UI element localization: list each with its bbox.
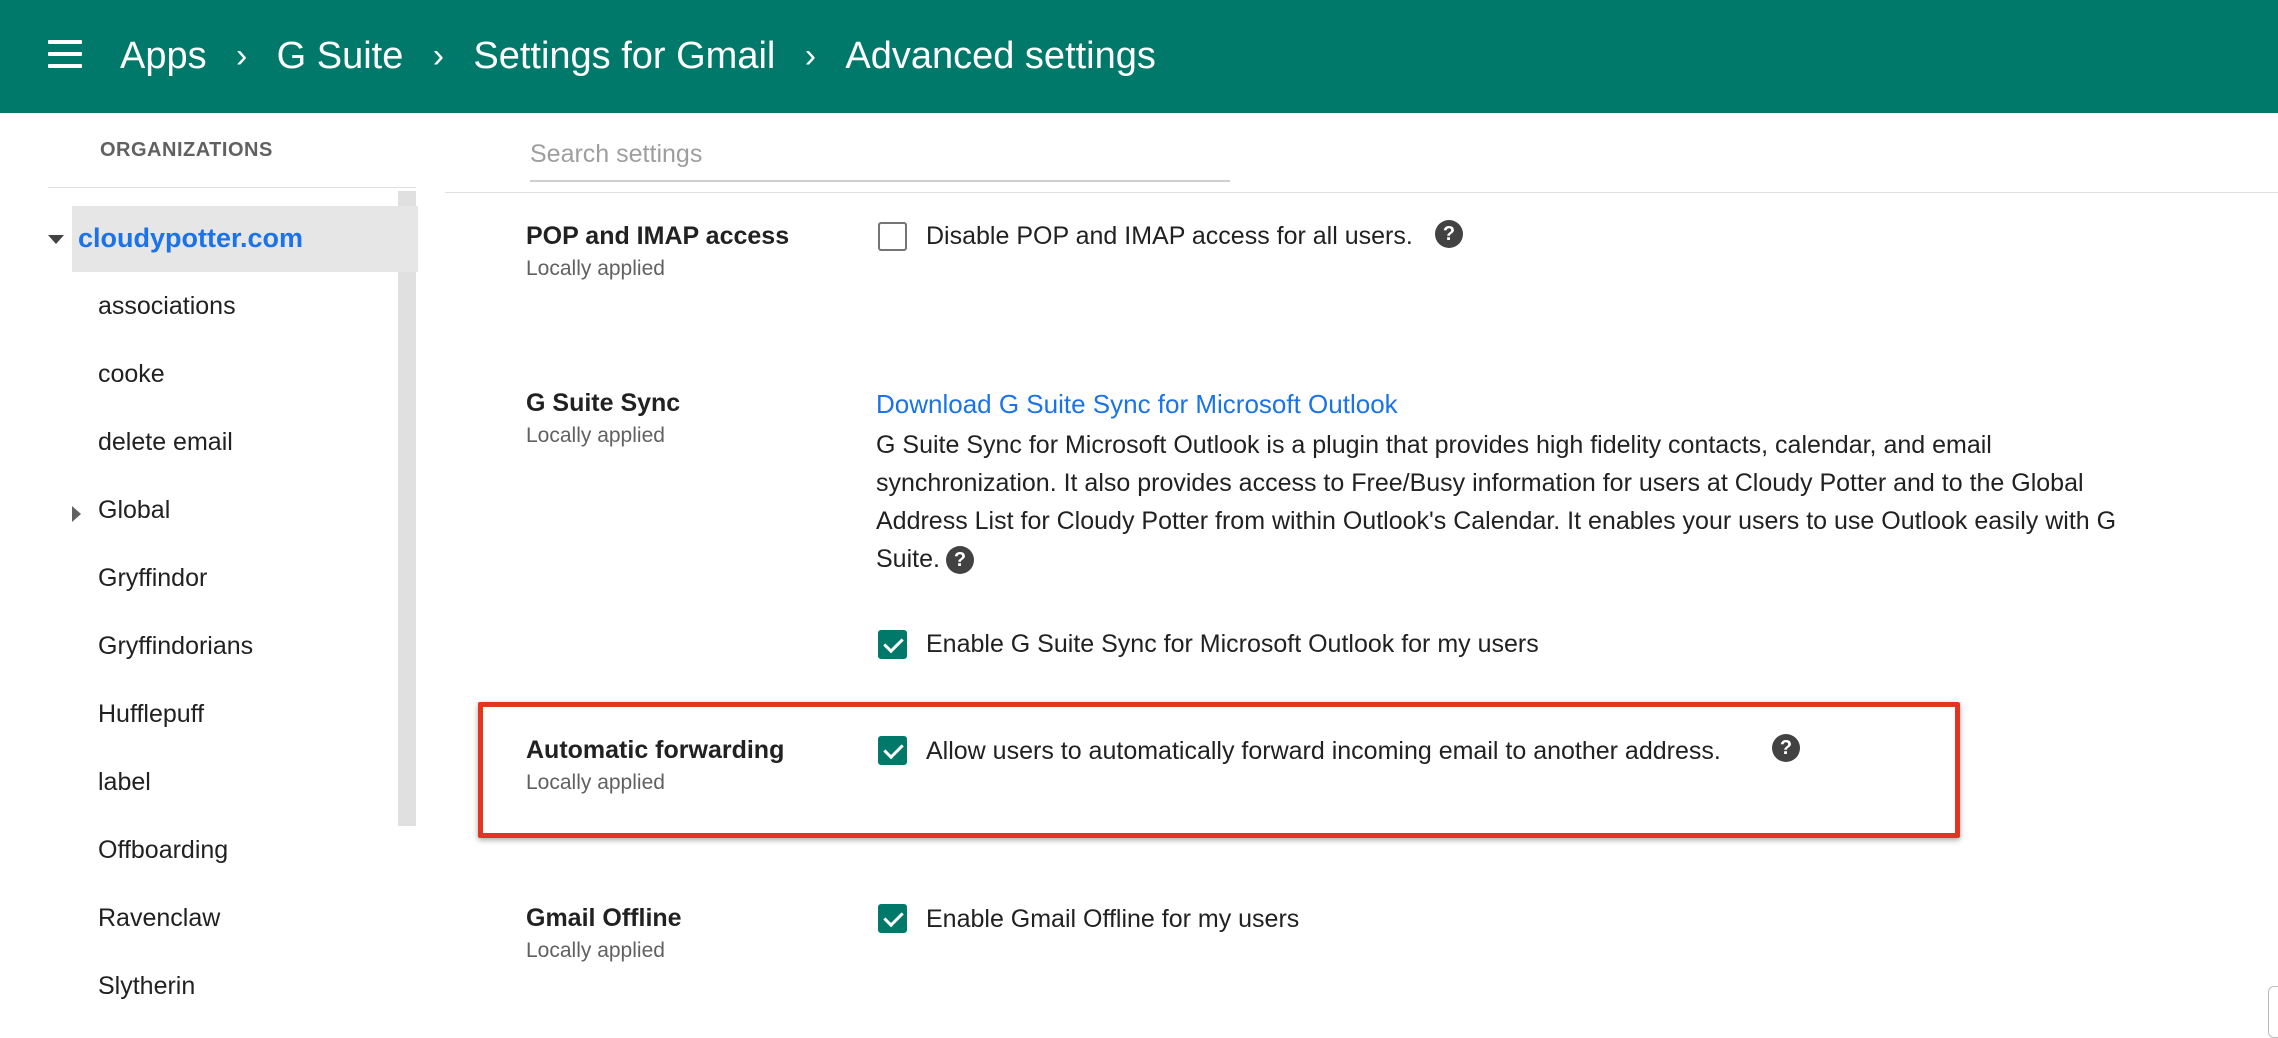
org-item-slytherin[interactable]: Slytherin [98, 972, 195, 1001]
auto-forward-subtitle: Locally applied [526, 771, 665, 794]
gmail-offline-subtitle: Locally applied [526, 939, 665, 962]
org-item-delete-email[interactable]: delete email [98, 428, 233, 457]
menu-icon[interactable] [48, 40, 82, 68]
org-item-gryffindor[interactable]: Gryffindor [98, 564, 207, 593]
org-item-global[interactable]: Global [98, 496, 170, 525]
gsuite-sync-help-icon[interactable]: ? [945, 546, 974, 575]
caret-right-icon[interactable] [72, 506, 81, 522]
auto-forward-checkbox[interactable] [878, 736, 907, 765]
org-item-label[interactable]: label [98, 768, 151, 797]
search-input[interactable] [530, 128, 1230, 182]
gsuite-sync-description-text: G Suite Sync for Microsoft Outlook is a … [876, 431, 2117, 573]
sidebar-scrollbar[interactable] [398, 191, 416, 826]
app-header: Apps › G Suite › Settings for Gmail › Ad… [0, 0, 2278, 113]
auto-forward-checkbox-label[interactable]: Allow users to automatically forward inc… [926, 737, 1721, 766]
org-item-hufflepuff[interactable]: Hufflepuff [98, 700, 204, 729]
pop-imap-checkbox-label[interactable]: Disable POP and IMAP access for all user… [926, 222, 1413, 251]
org-sidebar: ORGANIZATIONS cloudypotter.com associati… [0, 113, 420, 1038]
pop-imap-title: POP and IMAP access [526, 222, 790, 250]
gsuite-sync-title: G Suite Sync [526, 389, 681, 417]
gsuite-sync-subtitle: Locally applied [526, 424, 665, 447]
breadcrumb-settings-for-gmail[interactable]: Settings for Gmail [473, 35, 775, 78]
auto-forward-help-icon[interactable]: ? [1772, 734, 1800, 762]
org-item-associations[interactable]: associations [98, 292, 236, 321]
breadcrumb-chevron-icon: › [235, 36, 248, 75]
org-item-cooke[interactable]: cooke [98, 360, 165, 389]
org-item-gryffindorians[interactable]: Gryffindorians [98, 632, 253, 661]
pop-imap-checkbox[interactable] [878, 222, 907, 251]
content-divider [445, 192, 2278, 193]
gmail-offline-checkbox[interactable] [878, 904, 907, 933]
gmail-offline-checkbox-label[interactable]: Enable Gmail Offline for my users [926, 905, 1299, 934]
download-gsuite-sync-link[interactable]: Download G Suite Sync for Microsoft Outl… [876, 389, 1398, 420]
sidebar-divider [48, 187, 416, 188]
caret-down-icon[interactable] [48, 235, 64, 244]
gmail-offline-title: Gmail Offline [526, 904, 682, 932]
breadcrumb-apps[interactable]: Apps [120, 35, 207, 78]
breadcrumb-chevron-icon: › [804, 36, 817, 75]
pop-imap-subtitle: Locally applied [526, 257, 665, 280]
gsuite-sync-checkbox[interactable] [878, 630, 907, 659]
sidebar-title: ORGANIZATIONS [100, 139, 273, 161]
org-item-ravenclaw[interactable]: Ravenclaw [98, 904, 220, 933]
breadcrumb-gsuite[interactable]: G Suite [277, 35, 404, 78]
breadcrumb-advanced-settings: Advanced settings [845, 34, 1156, 77]
breadcrumb: Apps › G Suite › Settings for Gmail › Ad… [120, 26, 1156, 86]
org-root-label[interactable]: cloudypotter.com [78, 223, 303, 254]
breadcrumb-chevron-icon: › [432, 36, 445, 75]
gsuite-sync-checkbox-label[interactable]: Enable G Suite Sync for Microsoft Outloo… [926, 630, 1539, 659]
highlight-box [478, 702, 1960, 838]
gsuite-sync-description: G Suite Sync for Microsoft Outlook is a … [876, 426, 2176, 578]
org-item-offboarding[interactable]: Offboarding [98, 836, 228, 865]
auto-forward-title: Automatic forwarding [526, 736, 785, 764]
pop-imap-help-icon[interactable]: ? [1435, 220, 1463, 248]
edge-handle[interactable] [2268, 986, 2278, 1038]
